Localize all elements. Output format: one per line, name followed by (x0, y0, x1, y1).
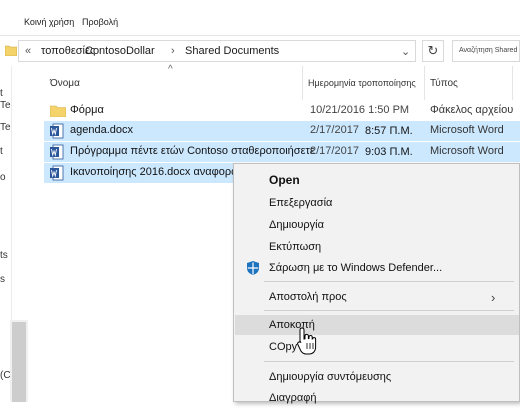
search-input[interactable]: Αναζήτηση Shared (452, 40, 520, 62)
nav-item-fragment[interactable]: s (0, 274, 5, 285)
menu-item-new[interactable]: Δημιουργία (235, 215, 519, 235)
word-icon (50, 165, 64, 181)
word-icon (50, 144, 64, 160)
file-date: 2/17/2017 (310, 145, 359, 157)
file-type: Microsoft Word (430, 124, 504, 136)
nav-scrollbar-thumb[interactable] (12, 322, 26, 402)
breadcrumb-separator-icon: › (171, 45, 175, 57)
menu-separator (264, 281, 514, 282)
file-time: 9:03 Π.Μ. (365, 146, 413, 158)
nav-item-fragment[interactable]: (C (0, 370, 11, 381)
word-icon (50, 123, 64, 139)
nav-item-fragment[interactable]: t (0, 88, 3, 99)
menu-item-copy[interactable]: COpy (235, 337, 519, 357)
file-date: 10/21/2016 1:50 PM (310, 104, 410, 116)
nav-item-fragment[interactable]: Te (0, 100, 11, 111)
menu-item-scan-defender[interactable]: Σάρωση με το Windows Defender... (235, 258, 519, 278)
column-divider[interactable] (302, 66, 303, 100)
file-row[interactable]: Φόρμα 10/21/2016 1:50 PM Φάκελος αρχείου (44, 101, 520, 121)
nav-item-fragment[interactable]: o (0, 172, 6, 183)
ribbon: Κοινή χρήση Προβολή (0, 0, 520, 36)
menu-item-cut[interactable]: Αποκοπή (235, 315, 519, 335)
file-type: Microsoft Word (430, 145, 504, 157)
folder-icon (49, 105, 67, 118)
submenu-arrow-icon: › (491, 290, 496, 305)
file-name: Πρόγραμμα πέντε ετών Contoso σταθεροποιή… (70, 145, 315, 157)
refresh-button[interactable]: ↻ (422, 40, 444, 62)
column-divider[interactable] (424, 66, 425, 100)
file-name: Φόρμα (70, 104, 104, 116)
column-divider[interactable] (512, 66, 513, 100)
context-menu: Open Επεξεργασία Δημιουργία Εκτύπωση Σάρ… (233, 163, 520, 404)
file-type: Φάκελος αρχείου (430, 104, 514, 116)
file-row[interactable]: Πρόγραμμα πέντε ετών Contoso σταθεροποιή… (44, 142, 520, 162)
file-row[interactable]: Ικανοποίησης 2016.docx αναφοράς (44, 163, 243, 183)
refresh-icon: ↻ (427, 43, 439, 58)
overflow-chevron-icon[interactable]: « (25, 45, 31, 57)
menu-item-send-to[interactable]: Αποστολή προς › (235, 287, 519, 307)
tab-share[interactable]: Κοινή χρήση (24, 17, 74, 27)
chevron-down-icon[interactable]: ⌄ (401, 45, 410, 58)
windows-defender-icon (245, 260, 261, 276)
file-date: 2/17/2017 (310, 124, 359, 136)
menu-separator (264, 361, 514, 362)
sort-up-icon: ^ (168, 64, 173, 75)
breadcrumb-shared-documents[interactable]: Shared Documents (185, 45, 279, 57)
menu-item-open[interactable]: Open (235, 170, 519, 190)
file-name: agenda.docx (70, 124, 133, 136)
search-placeholder: Αναζήτηση Shared (459, 47, 518, 54)
menu-item-create-shortcut[interactable]: Δημιουργία συντόμευσης (235, 367, 519, 387)
menu-separator (264, 310, 514, 311)
file-time: 8:57 Π.Μ. (365, 125, 413, 137)
tab-view[interactable]: Προβολή (82, 17, 118, 27)
file-name: Ικανοποίησης 2016.docx αναφοράς (70, 166, 243, 178)
menu-item-edit[interactable]: Επεξεργασία (235, 193, 519, 213)
nav-item-fragment[interactable]: Te (0, 122, 11, 133)
breadcrumb-contosodollar[interactable]: ContosoDollar (85, 45, 155, 57)
folder-icon (4, 44, 18, 57)
file-row[interactable]: agenda.docx 2/17/2017 8:57 Π.Μ. Microsof… (44, 121, 520, 141)
nav-item-fragment[interactable]: ts (0, 250, 8, 261)
menu-item-print[interactable]: Εκτύπωση (235, 237, 519, 257)
menu-item-delete[interactable]: Διαγραφή (235, 388, 519, 408)
nav-item-fragment[interactable]: t (0, 146, 3, 157)
address-bar[interactable]: « τοποθεσίες ContosoDollar › Shared Docu… (4, 40, 416, 62)
hand-cursor-icon (295, 326, 319, 356)
